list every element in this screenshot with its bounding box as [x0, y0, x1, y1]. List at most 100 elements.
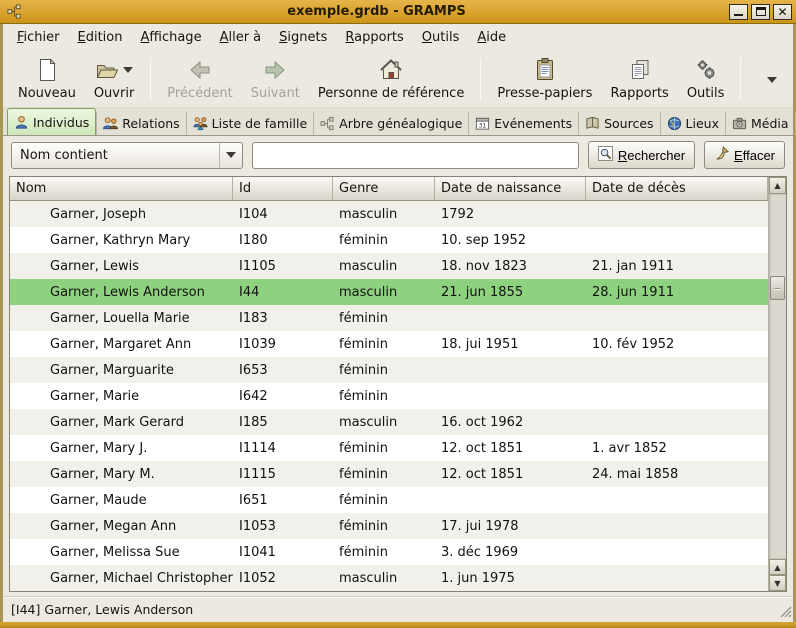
cell-name: Garner, Mary J. — [10, 435, 233, 461]
table-row[interactable]: Garner, MarguariteI653féminin — [10, 357, 768, 383]
tab-arbre-genealogique[interactable]: Arbre généalogique — [313, 112, 468, 135]
table-row[interactable]: Garner, LewisI1105masculin18. nov 182321… — [10, 253, 768, 279]
search-button[interactable]: Rechercher — [588, 141, 695, 169]
table-row[interactable]: Garner, Mary J.I1114féminin12. oct 18511… — [10, 435, 768, 461]
tab-liste-de-famille[interactable]: Liste de famille — [186, 112, 313, 135]
toolbar-button-label: Presse-papiers — [497, 86, 592, 101]
clear-icon — [714, 146, 729, 164]
menu-edition[interactable]: Edition — [69, 26, 132, 49]
cell-id: I1053 — [233, 513, 333, 539]
filter-field-select[interactable]: Nom contient — [11, 142, 243, 169]
chevron-down-icon[interactable] — [123, 67, 133, 73]
table-row[interactable]: Garner, Lewis AndersonI44masculin21. jun… — [10, 279, 768, 305]
table-row[interactable]: Garner, MaudeI651féminin — [10, 487, 768, 513]
cell-gender: féminin — [333, 357, 435, 383]
cell-birth: 3. déc 1969 — [435, 539, 586, 565]
close-button[interactable]: ✕ — [773, 4, 792, 20]
table-row[interactable]: Garner, MarieI642féminin — [10, 383, 768, 409]
table-row[interactable]: Garner, Margaret AnnI1039féminin18. jui … — [10, 331, 768, 357]
cell-birth: 18. nov 1823 — [435, 253, 586, 279]
tab-sources[interactable]: Sources — [578, 112, 659, 135]
table-row[interactable]: Garner, Mark GerardI185masculin16. oct 1… — [10, 409, 768, 435]
titlebar[interactable]: exemple.grdb - GRAMPS ✕ — [0, 0, 796, 24]
person-icon — [14, 115, 29, 130]
cell-death — [586, 227, 768, 253]
menu-affichage[interactable]: Affichage — [131, 26, 210, 49]
cell-death: 28. jun 1911 — [586, 279, 768, 305]
search-icon — [598, 146, 613, 164]
chevron-down-icon[interactable] — [219, 143, 242, 168]
table-row[interactable]: Garner, Louella MarieI183féminin — [10, 305, 768, 331]
new-document-icon — [35, 58, 59, 82]
menu-outils[interactable]: Outils — [413, 26, 469, 49]
toolbar-nouveau-button[interactable]: Nouveau — [9, 52, 85, 107]
vertical-scrollbar[interactable]: ▲ ▲ ▼ — [768, 177, 786, 591]
cell-death: 24. mai 1858 — [586, 461, 768, 487]
menu-aller-a[interactable]: Aller à — [211, 26, 271, 49]
menu-fichier[interactable]: Fichier — [8, 26, 69, 49]
toolbar-button-label: Outils — [687, 86, 725, 101]
toolbar-button-label: Nouveau — [18, 86, 76, 101]
tab-relations[interactable]: Relations — [96, 112, 185, 135]
media-icon — [732, 116, 747, 131]
cell-gender: féminin — [333, 227, 435, 253]
gears-icon — [694, 58, 718, 82]
scrollbar-track[interactable] — [769, 194, 786, 559]
column-header-date-de-deces[interactable]: Date de décès — [586, 177, 768, 201]
menu-aide[interactable]: Aide — [468, 26, 515, 49]
cell-name: Garner, Megan Ann — [10, 513, 233, 539]
cell-id: I642 — [233, 383, 333, 409]
cell-id: I1114 — [233, 435, 333, 461]
table-row[interactable]: Garner, Megan AnnI1053féminin17. jui 197… — [10, 513, 768, 539]
toolbar-overflow-button[interactable] — [757, 71, 787, 89]
toolbar-precedent-button[interactable]: Précédent — [158, 52, 241, 107]
cell-death — [586, 513, 768, 539]
column-header-date-de-naissance[interactable]: Date de naissance — [435, 177, 586, 201]
scroll-down-button[interactable]: ▼ — [769, 575, 786, 591]
toolbar-suivant-button[interactable]: Suivant — [242, 52, 309, 107]
toolbar-presse-papiers-button[interactable]: Presse-papiers — [488, 52, 601, 107]
table-row[interactable]: Garner, Michael ChristopherI1052masculin… — [10, 565, 768, 591]
maximize-button[interactable] — [751, 4, 770, 20]
table-row[interactable]: Garner, Mary M.I1115féminin12. oct 18512… — [10, 461, 768, 487]
tab-label: Individus — [33, 115, 89, 130]
cell-birth: 12. oct 1851 — [435, 461, 586, 487]
cell-id: I183 — [233, 305, 333, 331]
cell-death — [586, 565, 768, 591]
toolbar-button-label: Rapports — [610, 86, 668, 101]
minimize-button[interactable] — [729, 4, 748, 20]
menu-rapports[interactable]: Rapports — [336, 26, 412, 49]
cell-gender: masculin — [333, 201, 435, 227]
table-row[interactable]: Garner, Melissa SueI1041féminin3. déc 19… — [10, 539, 768, 565]
column-header-nom[interactable]: Nom — [10, 177, 233, 201]
scroll-up-secondary-button[interactable]: ▲ — [769, 559, 786, 575]
cell-id: I1105 — [233, 253, 333, 279]
table-row[interactable]: Garner, Kathryn MaryI180féminin10. sep 1… — [10, 227, 768, 253]
tab-media[interactable]: Média — [725, 112, 795, 135]
cell-gender: féminin — [333, 539, 435, 565]
clear-button[interactable]: Effacer — [704, 141, 785, 169]
cell-gender: féminin — [333, 305, 435, 331]
scroll-up-button[interactable]: ▲ — [769, 177, 786, 194]
cell-death — [586, 487, 768, 513]
tree-icon — [320, 116, 335, 131]
table-row[interactable]: Garner, JosephI104masculin1792 — [10, 201, 768, 227]
resize-grip-icon[interactable] — [778, 604, 792, 621]
menu-signets[interactable]: Signets — [270, 26, 336, 49]
toolbar-personne-de-reference-button[interactable]: Personne de référence — [309, 52, 474, 107]
search-input[interactable] — [252, 142, 579, 169]
toolbar-rapports-button[interactable]: Rapports — [601, 52, 677, 107]
toolbar-separator — [740, 58, 741, 101]
tab-lieux[interactable]: Lieux — [660, 112, 725, 135]
cell-id: I1041 — [233, 539, 333, 565]
scrollbar-thumb[interactable] — [770, 276, 785, 300]
column-header-genre[interactable]: Genre — [333, 177, 435, 201]
toolbar-outils-button[interactable]: Outils — [678, 52, 734, 107]
column-header-id[interactable]: Id — [233, 177, 333, 201]
book-icon — [585, 116, 600, 131]
tab-evenements[interactable]: 31Evénements — [468, 112, 578, 135]
tab-individus[interactable]: Individus — [7, 108, 96, 135]
cell-id: I1052 — [233, 565, 333, 591]
reports-icon — [628, 58, 652, 82]
toolbar-ouvrir-button[interactable]: Ouvrir — [85, 52, 143, 107]
